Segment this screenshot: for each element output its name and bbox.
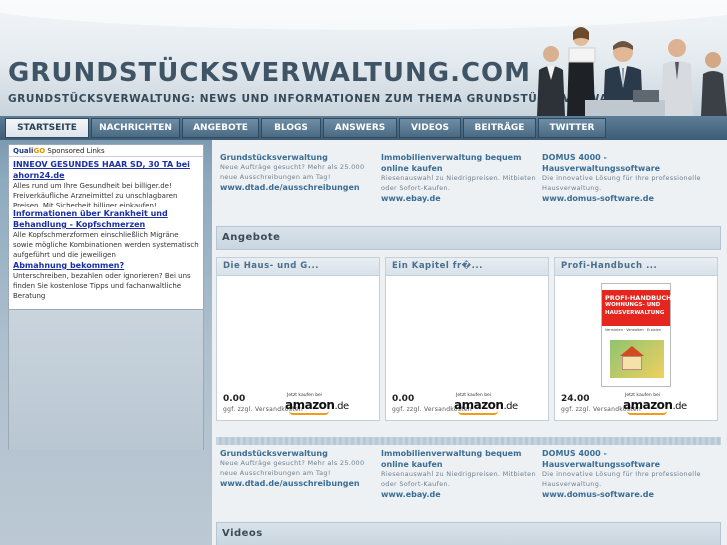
amazon-buy-button[interactable]: Jetzt kaufen bei amazon.de — [285, 393, 349, 415]
tab-twitter[interactable]: TWITTER — [538, 118, 606, 138]
qualigo-logo-part1[interactable]: Quali — [13, 147, 33, 155]
tab-videos[interactable]: VIDEOS — [399, 118, 461, 138]
sponsored-ad: Informationen über Krankheit und Behandl… — [9, 208, 203, 260]
link-ad-text: Neue Aufträge gesucht? Mehr als 25.000 n… — [220, 459, 365, 477]
section-title: Videos — [222, 528, 263, 539]
text-link-ads-bottom: Grundstücksverwaltung Neue Aufträge gesu… — [212, 448, 727, 512]
ad-title-link[interactable]: Abmahnung bekommen? — [13, 260, 199, 271]
site-title[interactable]: GRUNDSTÜCKSVERWALTUNG.COM — [8, 58, 531, 88]
link-ad-url[interactable]: www.ebay.de — [381, 193, 541, 204]
sponsored-links-label: Sponsored Links — [45, 147, 105, 155]
section-title: Angebote — [222, 232, 281, 243]
link-ad-title[interactable]: Immobilienverwaltung bequem online kaufe… — [381, 152, 541, 174]
business-people-image — [537, 27, 727, 116]
link-ad: Immobilienverwaltung bequem online kaufe… — [381, 152, 541, 204]
book-cover-title: HAUSVERWALTUNG — [605, 310, 665, 316]
book-cover-title: WOHNUNGS- UND — [605, 302, 661, 308]
link-ad: Grundstücksverwaltung Neue Aufträge gesu… — [220, 448, 380, 489]
amazon-logo: amazon.de — [454, 398, 518, 412]
main-content: Grundstücksverwaltung Neue Aufträge gesu… — [212, 140, 727, 545]
ad-title-link[interactable]: Informationen über Krankheit und Behandl… — [13, 208, 199, 230]
ad-title-link[interactable]: INNEOV GESUNDES HAAR SD, 30 TA bei ahorn… — [13, 159, 199, 181]
link-ad: DOMUS 4000 - Hausverwaltungssoftware Die… — [542, 152, 702, 204]
product-title[interactable]: Ein Kapitel fr�... — [386, 258, 548, 276]
tab-nachrichten[interactable]: NACHRICHTEN — [91, 118, 180, 138]
product-title[interactable]: Profi-Handbuch ... — [555, 258, 717, 276]
link-ad-url[interactable]: www.domus-software.de — [542, 193, 702, 204]
product-price: 0.00 — [223, 394, 246, 404]
left-sidebar: QualiGO Sponsored Links INNEOV GESUNDES … — [0, 140, 212, 545]
amazon-buy-button[interactable]: Jetzt kaufen bei amazon.de — [454, 393, 518, 415]
ad-description: Alle Kopfschmerzformen einschließlich Mi… — [13, 231, 199, 259]
product-price: 24.00 — [561, 394, 590, 404]
tab-startseite[interactable]: STARTSEITE — [5, 118, 89, 138]
link-ad-title[interactable]: Grundstücksverwaltung — [220, 152, 380, 163]
qualigo-logo-part2[interactable]: GO — [33, 147, 45, 155]
amazon-smile-icon — [289, 411, 329, 415]
tab-blogs[interactable]: BLOGS — [261, 118, 321, 138]
amazon-smile-icon — [458, 411, 498, 415]
link-ad: Immobilienverwaltung bequem online kaufe… — [381, 448, 541, 500]
section-divider — [216, 437, 721, 445]
link-ad: Grundstücksverwaltung Neue Aufträge gesu… — [220, 152, 380, 193]
ad-description: Alles rund um Ihre Gesundheit bei billig… — [13, 182, 178, 207]
link-ad-url[interactable]: www.domus-software.de — [542, 489, 702, 500]
tab-beitraege[interactable]: BEITRÄGE — [463, 118, 536, 138]
sidebar-panel — [8, 310, 204, 450]
link-ad: DOMUS 4000 - Hausverwaltungssoftware Die… — [542, 448, 702, 500]
house-wall-icon — [622, 356, 642, 370]
tab-angebote[interactable]: ANGEBOTE — [182, 118, 259, 138]
section-header-videos: Videos — [216, 522, 721, 545]
link-ad-title[interactable]: DOMUS 4000 - Hausverwaltungssoftware — [542, 152, 702, 174]
product-card[interactable]: Die Haus- und G... 0.00 ggf. zzgl. Versa… — [216, 257, 380, 421]
link-ad-title[interactable]: Grundstücksverwaltung — [220, 448, 380, 459]
link-ad-text: Die innovative Lösung für Ihre professio… — [542, 174, 701, 192]
house-roof-icon — [620, 346, 644, 356]
book-cover-subtitle: Vermieten · Verwalten · Erzielen — [605, 328, 662, 332]
link-ad-text: Neue Aufträge gesucht? Mehr als 25.000 n… — [220, 163, 365, 181]
amazon-logo: amazon.de — [623, 398, 687, 412]
link-ad-text: Riesenauswahl zu Niedrigpreisen. Mitbiet… — [381, 174, 536, 192]
main-navigation: STARTSEITE NACHRICHTEN ANGEBOTE BLOGS AN… — [0, 116, 727, 140]
sponsored-links-header: QualiGO Sponsored Links — [9, 145, 203, 157]
link-ad-text: Die innovative Lösung für Ihre professio… — [542, 470, 701, 488]
tab-answers[interactable]: ANSWERS — [323, 118, 397, 138]
ad-description: Unterschreiben, bezahlen oder ignorieren… — [13, 272, 191, 300]
link-ad-url[interactable]: www.dtad.de/ausschreibungen — [220, 182, 380, 193]
section-header-angebote: Angebote — [216, 226, 721, 250]
sponsored-ad: INNEOV GESUNDES HAAR SD, 30 TA bei ahorn… — [9, 159, 203, 207]
sponsored-ad: Abmahnung bekommen? Unterschreiben, beza… — [9, 260, 203, 300]
amazon-logo: amazon.de — [285, 398, 349, 412]
product-price: 0.00 — [392, 394, 415, 404]
link-ad-text: Riesenauswahl zu Niedrigpreisen. Mitbiet… — [381, 470, 536, 488]
sponsored-links-box: QualiGO Sponsored Links INNEOV GESUNDES … — [8, 144, 204, 310]
amazon-smile-icon — [627, 411, 667, 415]
site-header: GRUNDSTÜCKSVERWALTUNG.COM GRUNDSTÜCKSVER… — [0, 0, 727, 116]
book-cover-image[interactable]: PROFI-HANDBUCH WOHNUNGS- UND HAUSVERWALT… — [601, 283, 672, 387]
text-link-ads-top: Grundstücksverwaltung Neue Aufträge gesu… — [212, 152, 727, 216]
link-ad-title[interactable]: DOMUS 4000 - Hausverwaltungssoftware — [542, 448, 702, 470]
amazon-buy-button[interactable]: Jetzt kaufen bei amazon.de — [623, 393, 687, 415]
product-card[interactable]: Ein Kapitel fr�... 0.00 ggf. zzgl. Versa… — [385, 257, 549, 421]
link-ad-url[interactable]: www.dtad.de/ausschreibungen — [220, 478, 380, 489]
book-cover-title: PROFI-HANDBUCH — [605, 294, 672, 302]
link-ad-title[interactable]: Immobilienverwaltung bequem online kaufe… — [381, 448, 541, 470]
link-ad-url[interactable]: www.ebay.de — [381, 489, 541, 500]
product-title[interactable]: Die Haus- und G... — [217, 258, 379, 276]
product-card[interactable]: Profi-Handbuch ... PROFI-HANDBUCH WOHNUN… — [554, 257, 718, 421]
